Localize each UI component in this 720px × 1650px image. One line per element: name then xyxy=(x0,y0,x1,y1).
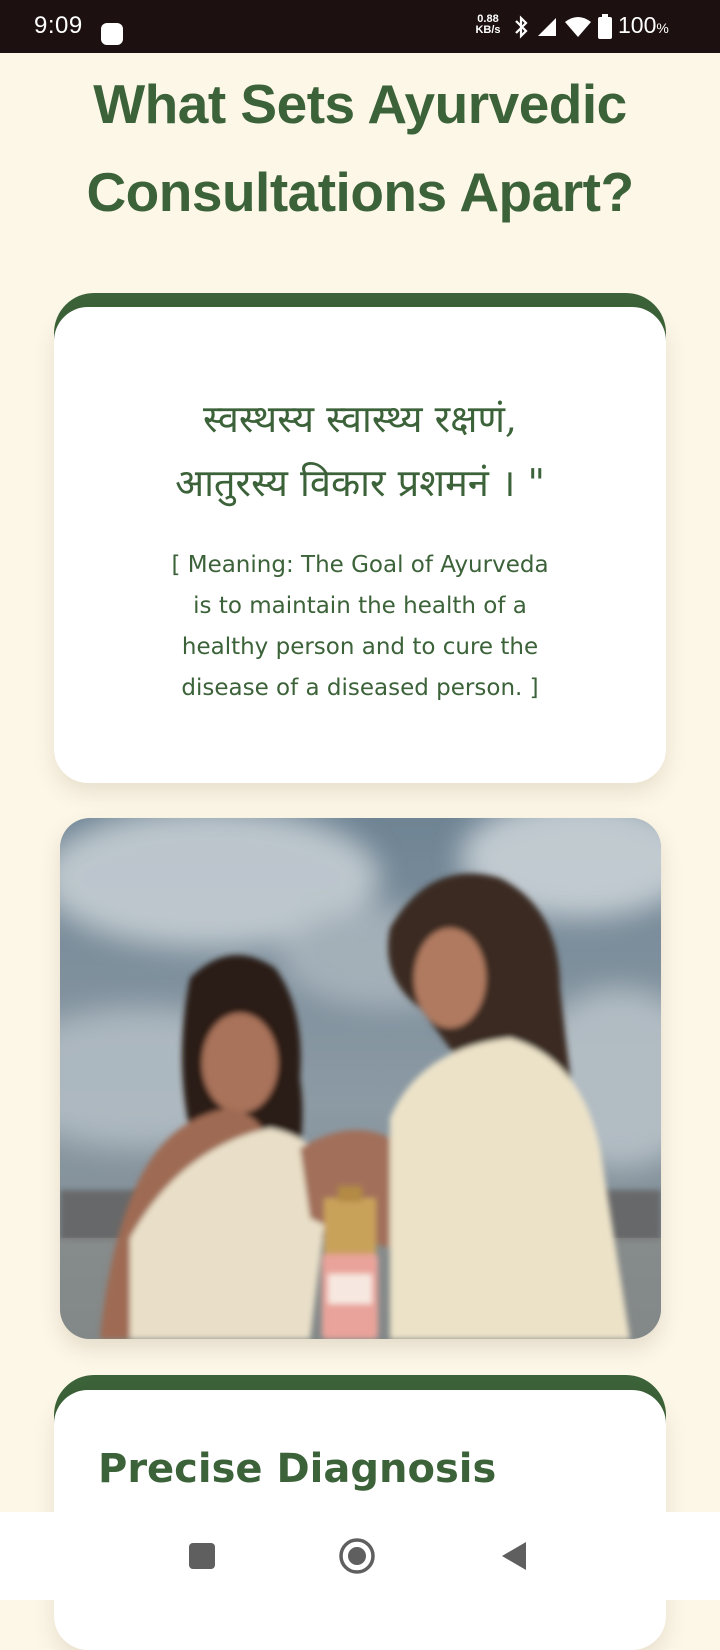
page-title: What Sets Ayurvedic Consultations Apart? xyxy=(40,60,680,236)
verse-meaning-line-2: is to maintain the health of a xyxy=(193,593,527,619)
battery-unit: % xyxy=(656,20,669,36)
network-speed-unit: KB/s xyxy=(475,24,501,36)
wifi-icon xyxy=(565,17,591,37)
ayurveda-photo-illustration xyxy=(60,818,661,1339)
battery-icon xyxy=(598,14,612,39)
verse-meaning-line-1: [ Meaning: The Goal of Ayurveda xyxy=(171,552,549,578)
page-title-line-1: What Sets Ayurvedic xyxy=(93,73,627,135)
bluetooth-icon xyxy=(515,15,528,39)
recents-square-icon[interactable] xyxy=(178,1532,226,1580)
page-title-line-2: Consultations Apart? xyxy=(86,161,634,223)
signal-icon xyxy=(538,18,556,36)
verse-meaning-line-4: disease of a diseased person. ] xyxy=(181,675,539,701)
sanskrit-verse-line-2: आतुरस्य विकार प्रशमनं । " xyxy=(175,461,545,505)
back-triangle-icon[interactable] xyxy=(490,1532,538,1580)
network-speed: 0.88 KB/s xyxy=(470,14,506,36)
ayurveda-photo xyxy=(60,818,661,1339)
status-bar: 9:09 0.88 KB/s 100% xyxy=(0,0,720,53)
quote-card: स्वस्थस्य स्वास्थ्य रक्षणं, आतुरस्य विका… xyxy=(54,307,666,783)
sanskrit-verse: स्वस्थस्य स्वास्थ्य रक्षणं, आतुरस्य विका… xyxy=(54,387,666,515)
app-notification-icon xyxy=(101,23,123,45)
navigation-bar xyxy=(0,1512,720,1600)
battery-value: 100 xyxy=(618,12,657,38)
verse-meaning: [ Meaning: The Goal of Ayurveda is to ma… xyxy=(144,545,576,709)
battery-percentage: 100% xyxy=(618,12,669,39)
status-time: 9:09 xyxy=(34,12,83,39)
verse-meaning-line-3: healthy person and to cure the xyxy=(181,634,539,660)
home-circle-icon[interactable] xyxy=(333,1532,381,1580)
diagnosis-card-title: Precise Diagnosis xyxy=(98,1446,497,1492)
sanskrit-verse-line-1: स्वस्थस्य स्वास्थ्य रक्षणं, xyxy=(202,397,518,441)
